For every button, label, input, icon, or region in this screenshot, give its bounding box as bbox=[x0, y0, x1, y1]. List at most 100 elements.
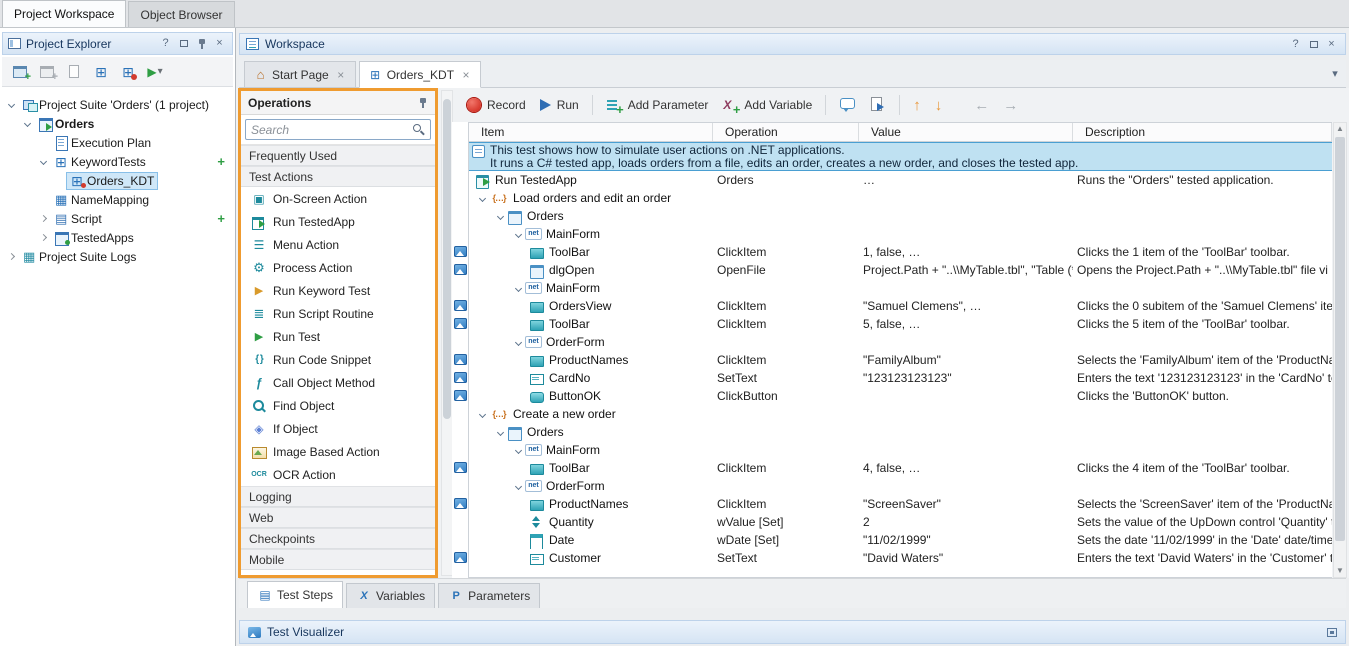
convert-to-script-button[interactable] bbox=[870, 97, 886, 113]
operation-run-test[interactable]: Run Test bbox=[241, 325, 435, 348]
visualizer-thumbnail-icon[interactable] bbox=[454, 498, 467, 509]
chevron-right-icon[interactable] bbox=[36, 235, 50, 240]
step-row-toolbar[interactable]: ToolBarClickItem1, false, …Clicks the 1 … bbox=[469, 243, 1332, 261]
step-row-buttonok[interactable]: ButtonOKClickButtonClicks the 'ButtonOK'… bbox=[469, 387, 1332, 405]
visualizer-slot[interactable] bbox=[452, 350, 468, 368]
move-down-icon[interactable]: ↓ bbox=[935, 97, 943, 114]
move-left-icon[interactable]: ← bbox=[974, 97, 989, 114]
step-row-date[interactable]: DatewDate [Set]"11/02/1999"Sets the date… bbox=[469, 531, 1332, 549]
step-row-cardno[interactable]: CardNoSetText"123123123123"Enters the te… bbox=[469, 369, 1332, 387]
export-item-button[interactable] bbox=[62, 60, 86, 84]
chevron-down-icon[interactable] bbox=[4, 102, 18, 107]
scroll-down-icon[interactable]: ▼ bbox=[1336, 565, 1344, 577]
step-row-orders[interactable]: Orders bbox=[469, 423, 1332, 441]
chevron-down-icon[interactable] bbox=[475, 412, 489, 417]
doc-tab-orders-kdt[interactable]: Orders_KDT× bbox=[359, 61, 481, 88]
operations-category-mobile[interactable]: Mobile bbox=[241, 549, 435, 570]
add-item-button[interactable]: + bbox=[217, 154, 225, 169]
tree-item-script[interactable]: Script+ bbox=[0, 209, 235, 228]
step-row-mainform[interactable]: netMainForm bbox=[469, 441, 1332, 459]
step-row-productnames[interactable]: ProductNamesClickItem"ScreenSaver"Select… bbox=[469, 495, 1332, 513]
scrollbar-thumb[interactable] bbox=[443, 99, 451, 419]
add-project-item-button[interactable] bbox=[8, 60, 32, 84]
step-row-orderform[interactable]: netOrderForm bbox=[469, 477, 1332, 495]
edit-keyword-test-button[interactable]: ⊞ bbox=[89, 60, 113, 84]
step-row-mainform[interactable]: netMainForm bbox=[469, 279, 1332, 297]
visualizer-slot[interactable] bbox=[452, 242, 468, 260]
visualizer-slot[interactable] bbox=[452, 260, 468, 278]
scroll-up-icon[interactable]: ▲ bbox=[1336, 123, 1344, 135]
chevron-right-icon[interactable] bbox=[36, 216, 50, 221]
visualizer-thumbnail-icon[interactable] bbox=[454, 246, 467, 257]
visualizer-slot[interactable] bbox=[452, 494, 468, 512]
operation-if-object[interactable]: If Object bbox=[241, 417, 435, 440]
tree-item-project-suite-logs[interactable]: Project Suite Logs bbox=[0, 247, 235, 266]
tree-item-project-suite-orders-1-project[interactable]: Project Suite 'Orders' (1 project) bbox=[0, 95, 235, 114]
record-button[interactable]: Record bbox=[467, 98, 526, 112]
test-visualizer-bar[interactable]: Test Visualizer bbox=[239, 620, 1346, 644]
step-row-dlgopen[interactable]: dlgOpenOpenFileProject.Path + "..\\MyTab… bbox=[469, 261, 1332, 279]
chevron-down-icon[interactable] bbox=[493, 214, 507, 219]
close-tab-icon[interactable]: × bbox=[460, 68, 472, 82]
step-row-run-testedapp[interactable]: Run TestedAppOrders…Runs the "Orders" te… bbox=[469, 171, 1332, 189]
step-row-customer[interactable]: CustomerSetText"David Waters"Enters the … bbox=[469, 549, 1332, 567]
operation-process-action[interactable]: Process Action bbox=[241, 256, 435, 279]
visualizer-thumbnail-icon[interactable] bbox=[454, 300, 467, 311]
step-row-mainform[interactable]: netMainForm bbox=[469, 225, 1332, 243]
visualizer-thumbnail-icon[interactable] bbox=[454, 372, 467, 383]
visualizer-slot[interactable] bbox=[452, 368, 468, 386]
visualizer-thumbnail-icon[interactable] bbox=[454, 318, 467, 329]
expand-panel-icon[interactable] bbox=[1327, 628, 1337, 637]
tree-item-execution-plan[interactable]: Execution Plan bbox=[0, 133, 235, 152]
tree-item-namemapping[interactable]: NameMapping bbox=[0, 190, 235, 209]
run-project-button[interactable]: ▶▾ bbox=[143, 60, 167, 84]
float-panel-icon[interactable] bbox=[176, 36, 191, 51]
step-row-productnames[interactable]: ProductNamesClickItem"FamilyAlbum"Select… bbox=[469, 351, 1332, 369]
visualizer-thumbnail-icon[interactable] bbox=[454, 264, 467, 275]
chevron-down-icon[interactable] bbox=[475, 196, 489, 201]
visualizer-thumbnail-icon[interactable] bbox=[454, 354, 467, 365]
column-header-item[interactable]: Item bbox=[469, 123, 713, 141]
chevron-down-icon[interactable] bbox=[20, 121, 34, 126]
chevron-right-icon[interactable] bbox=[4, 254, 18, 259]
step-row-toolbar[interactable]: ToolBarClickItem4, false, …Clicks the 4 … bbox=[469, 459, 1332, 477]
step-row-quantity[interactable]: QuantitywValue [Set]2Sets the value of t… bbox=[469, 513, 1332, 531]
step-row-orderform[interactable]: netOrderForm bbox=[469, 333, 1332, 351]
tab-variables[interactable]: Variables bbox=[346, 583, 435, 608]
step-row-create-a-new-order[interactable]: {…}Create a new order bbox=[469, 405, 1332, 423]
chevron-down-icon[interactable] bbox=[511, 232, 525, 237]
visualizer-slot[interactable] bbox=[452, 458, 468, 476]
operations-category-test-actions[interactable]: Test Actions bbox=[241, 166, 435, 187]
float-panel-icon[interactable] bbox=[1306, 37, 1321, 52]
column-header-description[interactable]: Description bbox=[1073, 123, 1332, 141]
scrollbar-thumb[interactable] bbox=[1335, 137, 1345, 541]
close-tab-icon[interactable]: × bbox=[335, 68, 347, 82]
top-tab-project-workspace[interactable]: Project Workspace bbox=[2, 0, 126, 27]
chevron-down-icon[interactable] bbox=[493, 430, 507, 435]
step-row-load-orders-and-edit-an-order[interactable]: {…}Load orders and edit an order bbox=[469, 189, 1332, 207]
add-item-button[interactable]: + bbox=[217, 211, 225, 226]
add-parameter-button[interactable]: Add Parameter bbox=[606, 98, 709, 113]
run-button[interactable]: Run bbox=[540, 98, 579, 112]
operation-run-script-routine[interactable]: Run Script Routine bbox=[241, 302, 435, 325]
operation-call-object-method[interactable]: Call Object Method bbox=[241, 371, 435, 394]
chevron-down-icon[interactable] bbox=[36, 159, 50, 164]
visualizer-thumbnail-icon[interactable] bbox=[454, 390, 467, 401]
add-existing-item-button[interactable] bbox=[35, 60, 59, 84]
visualizer-thumbnail-icon[interactable] bbox=[454, 462, 467, 473]
search-input[interactable] bbox=[245, 119, 431, 140]
move-up-icon[interactable]: ↑ bbox=[913, 97, 921, 114]
steps-scrollbar[interactable]: ▲ ▼ bbox=[1333, 122, 1347, 578]
chevron-down-icon[interactable] bbox=[511, 484, 525, 489]
visualizer-slot[interactable] bbox=[452, 296, 468, 314]
operations-category-checkpoints[interactable]: Checkpoints bbox=[241, 528, 435, 549]
tab-list-dropdown-icon[interactable]: ▾ bbox=[1324, 67, 1346, 80]
column-header-value[interactable]: Value bbox=[859, 123, 1073, 141]
operation-run-code-snippet[interactable]: Run Code Snippet bbox=[241, 348, 435, 371]
close-panel-icon[interactable]: × bbox=[212, 36, 227, 51]
comment-row[interactable]: This test shows how to simulate user act… bbox=[469, 142, 1332, 171]
pin-panel-icon[interactable] bbox=[418, 97, 428, 109]
operation-image-based-action[interactable]: Image Based Action bbox=[241, 440, 435, 463]
visualizer-slot[interactable] bbox=[452, 548, 468, 566]
step-row-ordersview[interactable]: OrdersViewClickItem"Samuel Clemens", …Cl… bbox=[469, 297, 1332, 315]
